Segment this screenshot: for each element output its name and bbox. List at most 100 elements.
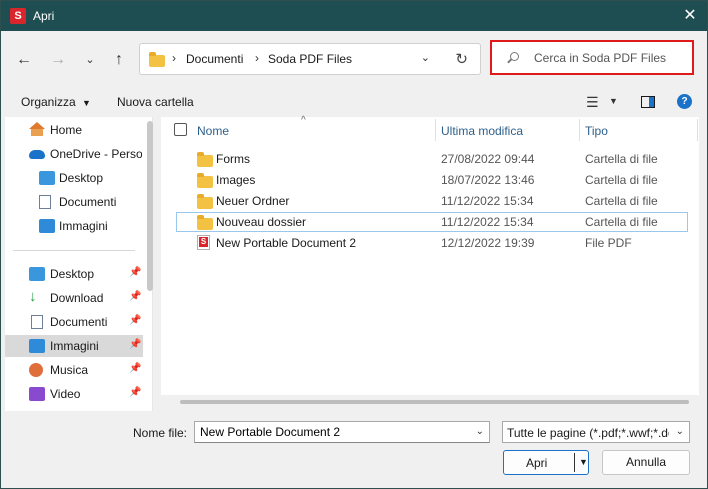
refresh-icon[interactable]: ↻	[455, 50, 468, 68]
open-options-dropdown-icon[interactable]: ▼	[579, 457, 588, 467]
file-name: New Portable Document 2	[216, 236, 357, 250]
nav-item-onedrive-immagini[interactable]: Immagini	[5, 215, 143, 237]
file-modified: 27/08/2022 09:44	[441, 152, 535, 166]
document-icon	[31, 315, 43, 329]
column-header-type[interactable]: Tipo	[585, 124, 608, 138]
file-type: File PDF	[585, 236, 632, 250]
nav-item-onedrive[interactable]: OneDrive - Person	[5, 143, 143, 165]
search-icon	[510, 52, 519, 61]
open-file-dialog: S Apri ✕ ← → ⌄ ↑ › Documenti › Soda PDF …	[0, 0, 708, 489]
forward-button[interactable]: →	[47, 49, 69, 71]
file-row[interactable]: New Portable Document 2 12/12/2022 19:39…	[176, 233, 688, 253]
pin-icon[interactable]: 📌	[129, 363, 141, 374]
file-type-filter-value: Tutte le pagine (*.pdf;*.wwf;*.do	[507, 426, 669, 440]
chevron-down-icon: ▼	[82, 98, 91, 108]
breadcrumb-separator-icon: ›	[255, 51, 259, 65]
nav-item-desktop[interactable]: Desktop 📌	[5, 263, 143, 285]
file-name: Neuer Ordner	[216, 194, 290, 208]
pin-icon[interactable]: 📌	[129, 267, 141, 278]
open-button[interactable]: Apri ▼	[503, 450, 589, 475]
new-folder-button[interactable]: Nuova cartella	[117, 95, 194, 109]
pictures-icon	[29, 339, 45, 353]
filename-combobox[interactable]: ⌄	[194, 421, 490, 443]
nav-item-immagini[interactable]: Immagini 📌	[5, 335, 143, 357]
back-button[interactable]: ←	[13, 49, 35, 71]
horizontal-scrollbar[interactable]	[180, 400, 689, 404]
nav-item-onedrive-documenti[interactable]: Documenti	[5, 191, 143, 213]
column-divider[interactable]	[579, 119, 580, 141]
cancel-button[interactable]: Annulla	[602, 450, 690, 475]
home-icon	[29, 122, 45, 136]
up-button[interactable]: ↑	[108, 49, 130, 71]
nav-item-home[interactable]: Home	[5, 119, 143, 141]
column-header-name[interactable]: Nome	[197, 124, 229, 138]
nav-item-video[interactable]: Video 📌	[5, 383, 143, 405]
pin-icon[interactable]: 📌	[129, 291, 141, 302]
file-row[interactable]: Nouveau dossier 11/12/2022 15:34 Cartell…	[176, 212, 688, 232]
breadcrumb-soda-pdf-files[interactable]: Soda PDF Files	[268, 52, 352, 66]
pin-icon[interactable]: 📌	[129, 315, 141, 326]
folder-icon	[197, 215, 213, 230]
file-type: Cartella di file	[585, 152, 658, 166]
file-row[interactable]: Neuer Ordner 11/12/2022 15:34 Cartella d…	[176, 191, 688, 211]
nav-item-label: Home	[50, 123, 83, 137]
organize-menu[interactable]: Organizza ▼	[21, 95, 91, 109]
chevron-down-icon[interactable]: ⌄	[676, 426, 684, 437]
file-modified: 11/12/2022 15:34	[441, 215, 534, 229]
select-all-checkbox[interactable]	[174, 123, 187, 136]
nav-item-onedrive-desktop[interactable]: Desktop	[5, 167, 143, 189]
close-button[interactable]: ✕	[681, 7, 699, 25]
nav-item-musica[interactable]: Musica 📌	[5, 359, 143, 381]
breadcrumb-separator-icon: ›	[172, 51, 176, 65]
open-button-label: Apri	[526, 456, 548, 470]
recent-locations-button[interactable]: ⌄	[79, 49, 101, 71]
folder-icon	[197, 194, 213, 209]
nav-item-documenti[interactable]: Documenti 📌	[5, 311, 143, 333]
column-divider[interactable]	[697, 119, 698, 141]
folder-icon	[197, 173, 213, 188]
file-row[interactable]: Images 18/07/2022 13:46 Cartella di file	[176, 170, 688, 190]
breadcrumb-documenti[interactable]: Documenti	[186, 52, 243, 66]
sort-ascending-icon: ^	[301, 115, 306, 126]
window-title: Apri	[33, 9, 55, 23]
filename-input[interactable]	[198, 424, 466, 440]
nav-item-label: Immagini	[59, 219, 108, 233]
preview-pane-icon[interactable]	[641, 96, 655, 108]
file-type: Cartella di file	[585, 194, 658, 208]
chevron-down-icon[interactable]: ⌄	[476, 426, 484, 437]
search-input[interactable]	[532, 48, 687, 68]
navigation-scrollbar[interactable]	[147, 121, 153, 291]
music-icon	[29, 363, 43, 377]
desktop-icon	[29, 267, 45, 281]
title-bar: S Apri ✕	[1, 1, 707, 31]
address-bar[interactable]: › Documenti › Soda PDF Files ⌄ ↻	[139, 43, 481, 75]
file-modified: 12/12/2022 19:39	[441, 236, 535, 250]
file-name: Images	[216, 173, 256, 187]
file-name: Nouveau dossier	[216, 215, 307, 229]
nav-item-download[interactable]: ↓ Download 📌	[5, 287, 143, 309]
split-divider	[574, 453, 575, 472]
file-list: ^ Nome Ultima modifica Tipo Forms 27/08/…	[161, 115, 699, 395]
pictures-icon	[39, 219, 55, 233]
pin-icon[interactable]: 📌	[129, 387, 141, 398]
address-dropdown-icon[interactable]: ⌄	[421, 51, 430, 64]
help-icon[interactable]: ?	[677, 94, 692, 109]
pin-icon[interactable]: 📌	[129, 339, 141, 350]
nav-item-label: Desktop	[59, 171, 104, 185]
filename-label: Nome file:	[133, 426, 188, 440]
file-modified: 11/12/2022 15:34	[441, 194, 534, 208]
column-header-modified[interactable]: Ultima modifica	[441, 124, 523, 138]
cloud-icon	[29, 150, 45, 159]
file-type-filter[interactable]: Tutte le pagine (*.pdf;*.wwf;*.do ⌄	[502, 421, 690, 443]
desktop-icon	[39, 171, 55, 185]
column-divider[interactable]	[435, 119, 436, 141]
file-modified: 18/07/2022 13:46	[441, 173, 535, 187]
file-row[interactable]: Forms 27/08/2022 09:44 Cartella di file	[176, 149, 688, 169]
pdf-file-icon	[197, 235, 210, 250]
soda-pdf-logo-icon: S	[10, 8, 26, 24]
document-icon	[39, 195, 51, 209]
chevron-down-icon[interactable]: ▼	[609, 96, 618, 106]
search-box[interactable]	[490, 40, 694, 75]
view-options-icon[interactable]: ☰	[586, 94, 599, 111]
file-name: Forms	[216, 152, 250, 166]
